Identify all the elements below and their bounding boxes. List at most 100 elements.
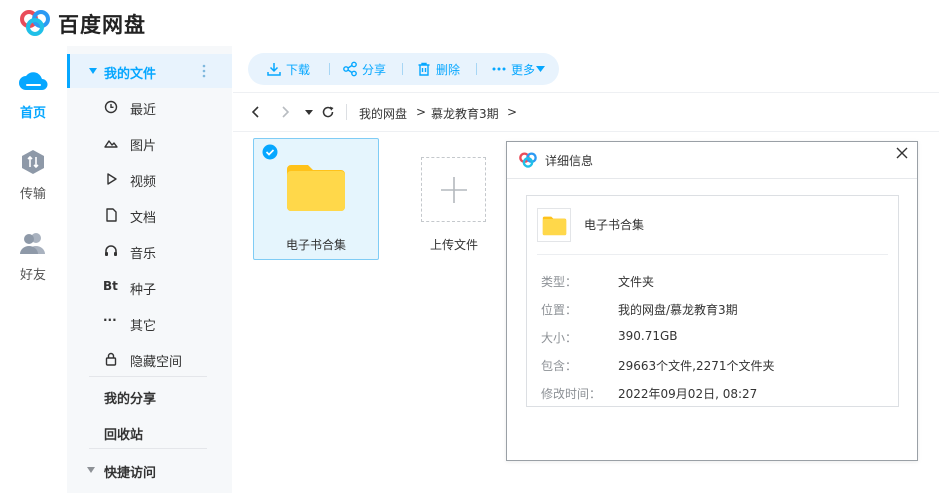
folder-icon bbox=[287, 165, 345, 211]
detail-thumbnail bbox=[537, 208, 571, 242]
folder-item[interactable]: 电子书合集 bbox=[253, 138, 379, 260]
toolbar-separator bbox=[402, 63, 403, 75]
sidebar-divider bbox=[89, 448, 207, 449]
rail-item-transfer[interactable]: 传输 bbox=[0, 149, 66, 202]
sidebar-item-hidden-space[interactable]: 隐藏空间 bbox=[67, 342, 232, 376]
rail-item-label: 首页 bbox=[19, 106, 46, 121]
sidebar-item-others[interactable]: ··· 其它 bbox=[67, 306, 232, 340]
caret-down-icon bbox=[87, 467, 95, 473]
caret-down-icon bbox=[536, 66, 545, 72]
history-dropdown-icon[interactable] bbox=[302, 105, 316, 119]
close-icon[interactable] bbox=[895, 146, 909, 160]
baidu-netdisk-logo-icon bbox=[519, 152, 537, 168]
bt-icon: Bt bbox=[103, 279, 118, 293]
detail-value: 390.71GB bbox=[618, 329, 678, 343]
nav-separator bbox=[346, 104, 347, 120]
breadcrumb-separator: > bbox=[507, 105, 518, 119]
app-header: 百度网盘 bbox=[0, 0, 939, 46]
folder-icon bbox=[542, 216, 567, 236]
sidebar-item-label: 视频 bbox=[130, 175, 157, 190]
upload-file-label: 上传文件 bbox=[429, 238, 478, 252]
share-icon bbox=[343, 61, 357, 77]
sidebar-item-label: 回收站 bbox=[104, 428, 144, 443]
sidebar-item-label: 最近 bbox=[130, 103, 157, 118]
rail-item-home[interactable]: 首页 bbox=[0, 68, 66, 121]
delete-label: 删除 bbox=[436, 63, 461, 77]
more-label: 更多 bbox=[511, 63, 536, 77]
sidebar-item-recent[interactable]: 最近 bbox=[67, 90, 232, 124]
sidebar-item-label: 我的分享 bbox=[104, 392, 157, 407]
detail-value: 2022年09月02日, 08:27 bbox=[618, 387, 758, 401]
detail-divider bbox=[537, 254, 888, 255]
share-label: 分享 bbox=[362, 63, 387, 77]
sidebar-item-label: 其它 bbox=[130, 319, 157, 334]
toolbar-separator bbox=[476, 63, 477, 75]
ellipsis-icon: ··· bbox=[103, 313, 117, 327]
upload-file-button[interactable] bbox=[421, 157, 486, 222]
sidebar: 我的文件 最近 图片 视频 文档 音乐 Bt 种子 ··· 其它 隐藏空间 我的… bbox=[67, 46, 232, 493]
more-vertical-icon[interactable] bbox=[198, 63, 210, 79]
lock-icon bbox=[105, 352, 117, 366]
dialog-divider bbox=[507, 178, 917, 179]
folder-name: 电子书合集 bbox=[285, 238, 346, 252]
detail-info-dialog: 详细信息 电子书合集 类型： 文件夹 位置： 我的网盘/慕龙教育3期 大小： 3… bbox=[506, 141, 918, 461]
forward-icon[interactable] bbox=[278, 105, 292, 119]
caret-down-icon bbox=[89, 68, 97, 74]
download-icon bbox=[267, 63, 281, 76]
left-rail: 首页 传输 好友 bbox=[0, 46, 66, 493]
rail-item-label: 传输 bbox=[19, 187, 46, 202]
detail-key: 类型： bbox=[541, 275, 578, 289]
friends-icon bbox=[20, 233, 45, 254]
baidu-netdisk-logo-icon bbox=[20, 10, 50, 36]
sidebar-item-documents[interactable]: 文档 bbox=[67, 198, 232, 232]
headphones-icon bbox=[105, 245, 117, 256]
cloud-icon bbox=[19, 72, 48, 90]
detail-card: 电子书合集 类型： 文件夹 位置： 我的网盘/慕龙教育3期 大小： 390.71… bbox=[526, 195, 899, 407]
detail-key: 包含： bbox=[541, 359, 578, 373]
breadcrumb-root[interactable]: 我的网盘 bbox=[359, 105, 407, 122]
sidebar-item-label: 文档 bbox=[130, 211, 157, 226]
detail-key: 位置： bbox=[541, 303, 578, 317]
clock-icon bbox=[104, 100, 118, 114]
sidebar-item-label: 快捷访问 bbox=[104, 466, 157, 481]
sidebar-item-music[interactable]: 音乐 bbox=[67, 234, 232, 268]
refresh-icon[interactable] bbox=[321, 105, 335, 119]
sidebar-item-torrents[interactable]: Bt 种子 bbox=[67, 270, 232, 304]
rail-item-label: 好友 bbox=[19, 268, 46, 283]
sidebar-item-videos[interactable]: 视频 bbox=[67, 162, 232, 196]
sidebar-item-quick-access[interactable]: 快捷访问 bbox=[67, 453, 232, 487]
detail-value: 29663个文件,2271个文件夹 bbox=[618, 359, 775, 373]
detail-file-name: 电子书合集 bbox=[584, 218, 645, 232]
rail-item-friends[interactable]: 好友 bbox=[0, 230, 66, 283]
app-logo-text: 百度网盘 bbox=[58, 13, 146, 37]
detail-value: 文件夹 bbox=[618, 275, 655, 289]
sidebar-item-my-files[interactable]: 我的文件 bbox=[67, 54, 232, 88]
sidebar-divider bbox=[89, 376, 207, 377]
document-icon bbox=[106, 208, 117, 222]
toolbar-separator bbox=[329, 63, 330, 75]
play-icon bbox=[107, 173, 117, 185]
image-icon bbox=[104, 140, 118, 148]
sidebar-item-label: 我的文件 bbox=[104, 67, 157, 82]
sidebar-item-label: 图片 bbox=[130, 139, 157, 154]
transfer-icon bbox=[22, 150, 44, 174]
detail-key: 大小： bbox=[541, 331, 578, 345]
selected-check-icon[interactable] bbox=[262, 144, 278, 160]
file-toolbar: 下载 分享 删除 更多 bbox=[248, 53, 559, 85]
detail-value[interactable]: 我的网盘/慕龙教育3期 bbox=[618, 301, 738, 318]
breadcrumb-separator: > bbox=[416, 105, 427, 119]
sidebar-item-recycle-bin[interactable]: 回收站 bbox=[67, 415, 232, 449]
trash-icon bbox=[418, 62, 430, 76]
detail-key: 修改时间： bbox=[541, 387, 602, 401]
more-horizontal-icon bbox=[492, 67, 506, 71]
navigation-bar: 我的网盘 > 慕龙教育3期 > bbox=[233, 92, 939, 132]
download-label: 下载 bbox=[286, 63, 311, 77]
sidebar-item-images[interactable]: 图片 bbox=[67, 126, 232, 160]
sidebar-item-label: 隐藏空间 bbox=[130, 355, 183, 370]
sidebar-item-my-share[interactable]: 我的分享 bbox=[67, 379, 232, 413]
sidebar-item-label: 种子 bbox=[130, 283, 157, 298]
breadcrumb-current[interactable]: 慕龙教育3期 bbox=[431, 105, 499, 122]
plus-icon bbox=[441, 177, 467, 203]
sidebar-item-label: 音乐 bbox=[130, 247, 157, 262]
back-icon[interactable] bbox=[249, 105, 263, 119]
